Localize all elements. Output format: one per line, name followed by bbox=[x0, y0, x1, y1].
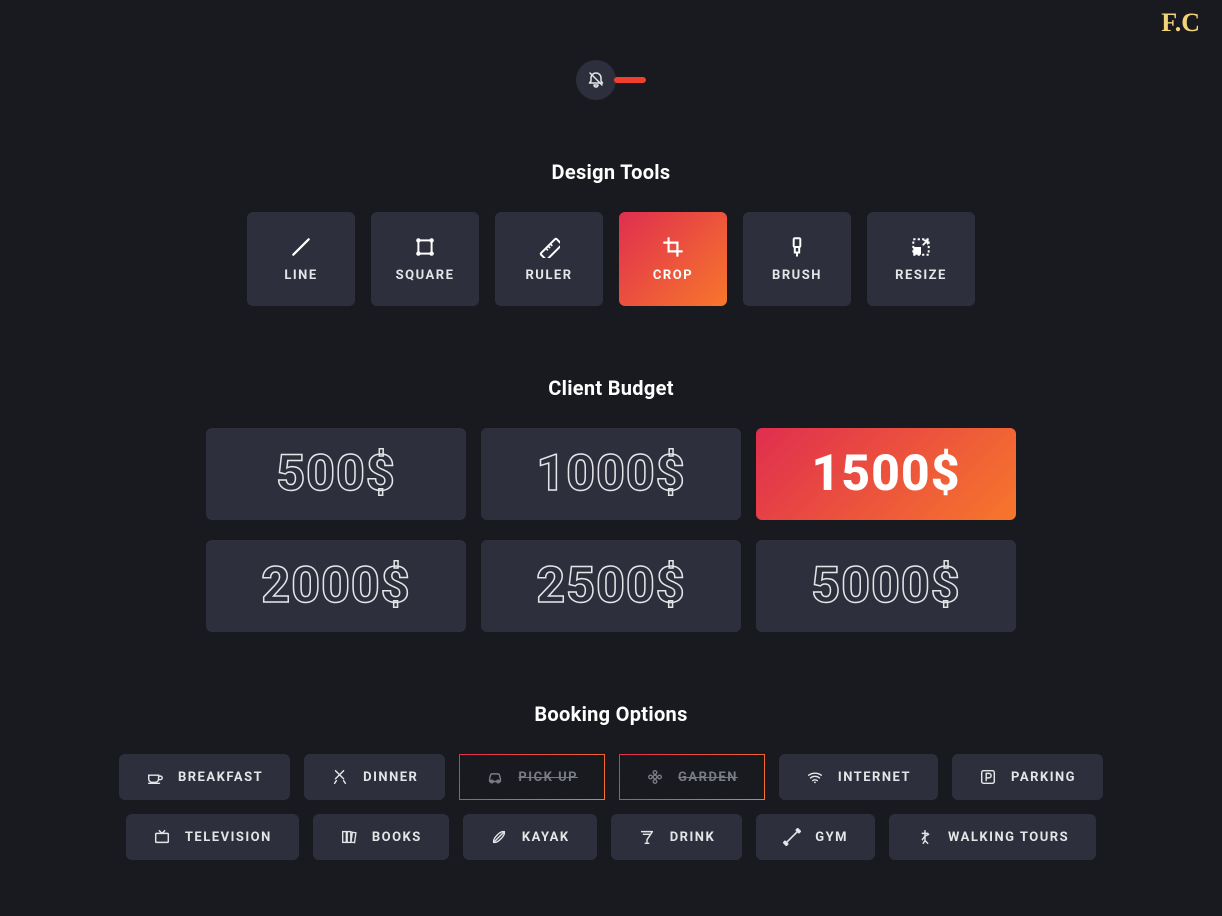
tool-label: LINE bbox=[284, 268, 317, 283]
chip-gym[interactable]: GYM bbox=[756, 814, 875, 860]
tool-label: BRUSH bbox=[772, 268, 822, 283]
chip-walking-tours[interactable]: WALKING TOURS bbox=[889, 814, 1096, 860]
wifi-icon bbox=[806, 768, 824, 786]
chip-pick-up: PICK UP bbox=[459, 754, 605, 800]
chip-label: DINNER bbox=[363, 770, 418, 785]
booking-chips: BREAKFAST DINNER PICK UP GARDEN INTERNET PARK… bbox=[106, 754, 1116, 860]
tool-resize[interactable]: RESIZE bbox=[867, 212, 975, 306]
tool-line[interactable]: LINE bbox=[247, 212, 355, 306]
parking-icon bbox=[979, 768, 997, 786]
tool-label: SQUARE bbox=[396, 268, 455, 283]
chip-label: PICK UP bbox=[518, 770, 578, 785]
budget-amount: 2000$ bbox=[261, 557, 410, 615]
brush-icon bbox=[786, 236, 808, 258]
ruler-icon bbox=[538, 236, 560, 258]
chip-drink[interactable]: DRINK bbox=[611, 814, 743, 860]
budgets-grid: 500$ 1000$ 1500$ 2000$ 2500$ 5000$ bbox=[206, 428, 1016, 632]
resize-icon bbox=[910, 236, 932, 258]
tool-ruler[interactable]: RULER bbox=[495, 212, 603, 306]
tool-square[interactable]: SQUARE bbox=[371, 212, 479, 306]
budget-amount: 500$ bbox=[276, 445, 395, 503]
chip-label: GYM bbox=[815, 830, 848, 845]
chip-label: BOOKS bbox=[372, 830, 422, 845]
chip-kayak[interactable]: KAYAK bbox=[463, 814, 597, 860]
chip-label: WALKING TOURS bbox=[948, 830, 1069, 845]
coffee-icon bbox=[146, 768, 164, 786]
budget-500[interactable]: 500$ bbox=[206, 428, 466, 520]
utensils-icon bbox=[331, 768, 349, 786]
design-tools-row: LINE SQUARE RULER CROP BRUSH RESIZE bbox=[247, 212, 975, 306]
client-budget-title: Client Budget bbox=[548, 376, 674, 400]
budget-amount: 5000$ bbox=[811, 557, 960, 615]
bell-indicator bbox=[576, 60, 646, 100]
indicator-bar bbox=[614, 77, 646, 83]
budget-1500[interactable]: 1500$ bbox=[756, 428, 1016, 520]
tool-brush[interactable]: BRUSH bbox=[743, 212, 851, 306]
books-icon bbox=[340, 828, 358, 846]
tool-label: RESIZE bbox=[895, 268, 947, 283]
chip-label: PARKING bbox=[1011, 770, 1076, 785]
booking-options-title: Booking Options bbox=[534, 702, 687, 726]
budget-2000[interactable]: 2000$ bbox=[206, 540, 466, 632]
budget-amount: 1500$ bbox=[811, 445, 960, 503]
bell-icon bbox=[576, 60, 616, 100]
budget-1000[interactable]: 1000$ bbox=[481, 428, 741, 520]
chip-label: TELEVISION bbox=[185, 830, 272, 845]
tool-label: CROP bbox=[653, 268, 693, 283]
chip-parking[interactable]: PARKING bbox=[952, 754, 1103, 800]
chip-breakfast[interactable]: BREAKFAST bbox=[119, 754, 290, 800]
chip-label: DRINK bbox=[670, 830, 716, 845]
square-icon bbox=[414, 236, 436, 258]
tool-crop[interactable]: CROP bbox=[619, 212, 727, 306]
brand-logo: F.C bbox=[1161, 8, 1200, 38]
budget-5000[interactable]: 5000$ bbox=[756, 540, 1016, 632]
drink-icon bbox=[638, 828, 656, 846]
car-icon bbox=[486, 768, 504, 786]
gym-icon bbox=[783, 828, 801, 846]
chip-television[interactable]: TELEVISION bbox=[126, 814, 299, 860]
chip-garden: GARDEN bbox=[619, 754, 765, 800]
budget-amount: 2500$ bbox=[536, 557, 685, 615]
chip-books[interactable]: BOOKS bbox=[313, 814, 449, 860]
chip-internet[interactable]: INTERNET bbox=[779, 754, 938, 800]
chip-label: GARDEN bbox=[678, 770, 738, 785]
tool-label: RULER bbox=[525, 268, 572, 283]
design-tools-title: Design Tools bbox=[552, 160, 671, 184]
line-icon bbox=[290, 236, 312, 258]
kayak-icon bbox=[490, 828, 508, 846]
chip-label: INTERNET bbox=[838, 770, 911, 785]
flower-icon bbox=[646, 768, 664, 786]
walking-icon bbox=[916, 828, 934, 846]
crop-icon bbox=[662, 236, 684, 258]
chip-label: KAYAK bbox=[522, 830, 570, 845]
budget-2500[interactable]: 2500$ bbox=[481, 540, 741, 632]
chip-dinner[interactable]: DINNER bbox=[304, 754, 445, 800]
chip-label: BREAKFAST bbox=[178, 770, 263, 785]
budget-amount: 1000$ bbox=[536, 445, 685, 503]
tv-icon bbox=[153, 828, 171, 846]
